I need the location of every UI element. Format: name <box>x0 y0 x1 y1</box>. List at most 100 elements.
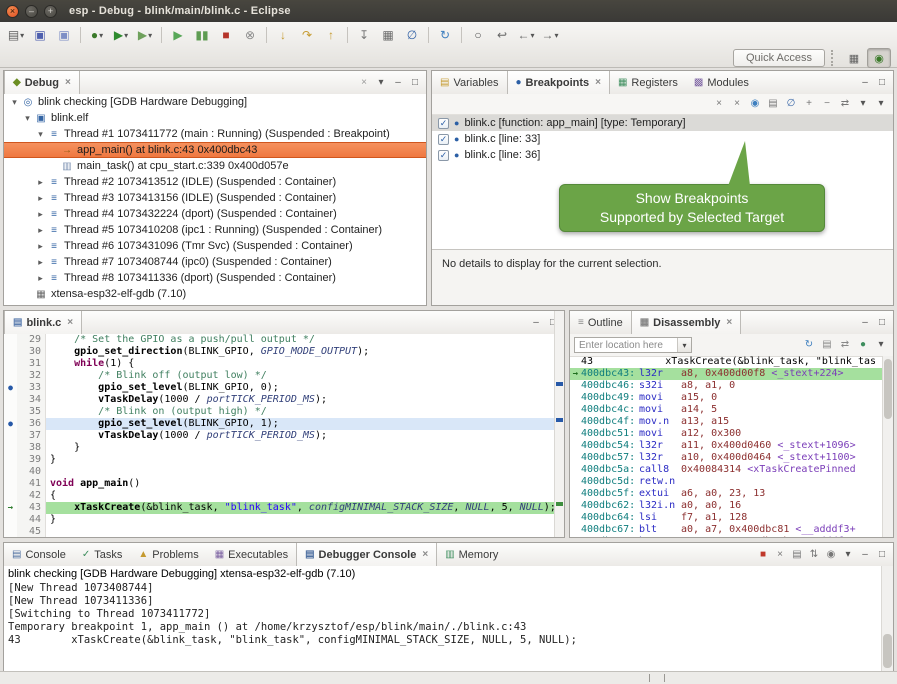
tab-blink-c[interactable]: ▤blink.c× <box>4 311 82 334</box>
resume-button[interactable]: ▶ <box>166 25 190 45</box>
maximize-button[interactable]: □ <box>407 75 423 90</box>
breakpoint-marker[interactable]: ● <box>4 418 17 430</box>
tab-memory[interactable]: ▥Memory <box>437 543 506 566</box>
clear-console-button[interactable]: ▤ <box>789 547 805 562</box>
debug-tree[interactable]: ▾◎blink checking [GDB Hardware Debugging… <box>4 94 426 305</box>
overview-ip-marker[interactable] <box>556 502 563 506</box>
skip-all-breakpoints-button[interactable]: ∅ <box>783 97 799 112</box>
skip-all-breakpoints-button[interactable]: ∅ <box>400 25 424 45</box>
terminate-button[interactable]: ■ <box>755 547 771 562</box>
expander-closed-icon[interactable]: ▸ <box>34 225 47 236</box>
debug-tree-item[interactable]: ▾≡Thread #1 1073411772 (main : Running) … <box>4 126 426 142</box>
minimize-button[interactable]: – <box>390 75 406 90</box>
tab-console[interactable]: ▤Console <box>4 543 74 566</box>
run-button[interactable]: ▶▾ <box>109 25 133 45</box>
disassembly-scrollbar[interactable] <box>882 356 893 537</box>
overview-breakpoint-marker[interactable] <box>556 382 563 386</box>
debug-tree-item[interactable]: ▥main_task() at cpu_start.c:339 0x400d05… <box>4 158 426 174</box>
window-close-button[interactable]: × <box>6 5 19 18</box>
view-menu-button[interactable]: ▾ <box>873 97 889 112</box>
go-to-file-for-breakpoint-button[interactable]: ▤ <box>765 97 781 112</box>
add-breakpoint-menu-button[interactable]: ▾ <box>855 97 871 112</box>
breakpoint-checkbox[interactable]: ✓ <box>438 118 449 129</box>
back-button[interactable]: ←▾ <box>514 25 538 45</box>
overview-ruler[interactable] <box>554 311 564 537</box>
scrollbar-thumb[interactable] <box>884 359 892 419</box>
debug-tree-item[interactable]: →app_main() at blink.c:43 0x400dbc43 <box>4 142 426 158</box>
splitter-grip[interactable] <box>649 674 665 682</box>
forward-button[interactable]: →▾ <box>538 25 562 45</box>
debug-tree-item[interactable]: ▾▣blink.elf <box>4 110 426 126</box>
debug-perspective-button[interactable]: ◉ <box>867 48 891 68</box>
debug-tree-item[interactable]: ▸≡Thread #5 1073410208 (ipc1 : Running) … <box>4 222 426 238</box>
breakpoint-checkbox[interactable]: ✓ <box>438 150 449 161</box>
remove-all-breakpoints-button[interactable]: × <box>729 97 745 112</box>
new-button[interactable]: ▤▾ <box>4 25 28 45</box>
remove-selected-breakpoints-button[interactable]: × <box>711 97 727 112</box>
close-tab-icon[interactable]: × <box>65 77 71 88</box>
console-output[interactable]: blink checking [GDB Hardware Debugging] … <box>4 566 882 671</box>
show-breakpoints-for-selected-target-button[interactable]: ◉ <box>747 97 763 112</box>
tab-breakpoints[interactable]: ●Breakpoints× <box>507 71 610 94</box>
disassembly-content[interactable]: 43 xTaskCreate(&blink_task, "blink_tas→4… <box>570 356 883 537</box>
scroll-lock-button[interactable]: ⇅ <box>806 547 822 562</box>
combo-dropdown-icon[interactable]: ▾ <box>677 338 691 352</box>
current-ip-marker[interactable]: → <box>4 502 17 514</box>
refresh-button[interactable]: ↻ <box>801 338 817 353</box>
step-over-button[interactable]: ↷ <box>295 25 319 45</box>
scrollbar-thumb[interactable] <box>883 634 892 668</box>
last-edit-location-button[interactable]: ↩ <box>490 25 514 45</box>
link-with-active-debug-context-button[interactable]: ⇄ <box>837 338 853 353</box>
debug-tree-item[interactable]: ▸≡Thread #3 1073413156 (IDLE) (Suspended… <box>4 190 426 206</box>
save-button[interactable]: ▣ <box>28 25 52 45</box>
drop-to-frame-button[interactable]: ↧ <box>352 25 376 45</box>
close-tab-icon[interactable]: × <box>726 317 732 328</box>
debug-tree-item[interactable]: ▦xtensa-esp32-elf-gdb (7.10) <box>4 286 426 302</box>
link-with-debug-view-button[interactable]: ⇄ <box>837 97 853 112</box>
tab-debug[interactable]: ◆Debug× <box>4 71 80 94</box>
minimize-button[interactable]: – <box>857 315 873 330</box>
restart-button[interactable]: ↻ <box>433 25 457 45</box>
close-tab-icon[interactable]: × <box>422 549 428 560</box>
debug-button[interactable]: ●▾ <box>85 25 109 45</box>
display-selected-console-button[interactable]: ▾ <box>840 547 856 562</box>
expander-closed-icon[interactable]: ▸ <box>34 257 47 268</box>
debug-tree-item[interactable]: ▸≡Thread #6 1073431096 (Tmr Svc) (Suspen… <box>4 238 426 254</box>
step-into-button[interactable]: ↓ <box>271 25 295 45</box>
open-perspective-button[interactable]: ▦ <box>843 49 865 67</box>
remove-launch-button[interactable]: × <box>772 547 788 562</box>
terminate-button[interactable]: ■ <box>214 25 238 45</box>
expander-open-icon[interactable]: ▾ <box>21 113 34 124</box>
save-all-button[interactable]: ▣ <box>52 25 76 45</box>
window-maximize-button[interactable]: + <box>44 5 57 18</box>
expander-closed-icon[interactable]: ▸ <box>34 241 47 252</box>
code-area[interactable]: 29 /* Set the GPIO as a push/pull output… <box>4 334 555 537</box>
expander-open-icon[interactable]: ▾ <box>8 97 21 108</box>
breakpoint-marker[interactable]: ● <box>4 382 17 394</box>
minimize-button[interactable]: – <box>857 547 873 562</box>
debug-tree-item[interactable]: ▸≡Thread #2 1073413512 (IDLE) (Suspended… <box>4 174 426 190</box>
tab-registers[interactable]: ▦Registers <box>610 71 686 94</box>
tab-disassembly[interactable]: ▦Disassembly× <box>631 311 742 334</box>
step-return-button[interactable]: ↑ <box>319 25 343 45</box>
collapse-all-button[interactable]: − <box>819 97 835 112</box>
view-menu-button[interactable]: ▾ <box>873 338 889 353</box>
tab-debugger-console[interactable]: ▤Debugger Console× <box>296 543 437 566</box>
location-input[interactable]: Enter location here ▾ <box>574 337 692 353</box>
instruction-stepping-button[interactable]: ▦ <box>376 25 400 45</box>
maximize-button[interactable]: □ <box>874 75 890 90</box>
track-pc-button[interactable]: ● <box>855 338 871 353</box>
maximize-button[interactable]: □ <box>874 547 890 562</box>
breakpoint-checkbox[interactable]: ✓ <box>438 134 449 145</box>
tab-problems[interactable]: ▲Problems <box>130 543 206 566</box>
close-tab-icon[interactable]: × <box>595 77 601 88</box>
external-tools-button[interactable]: ▶▾ <box>133 25 157 45</box>
expander-open-icon[interactable]: ▾ <box>34 129 47 140</box>
quick-access-button[interactable]: Quick Access <box>733 49 825 67</box>
breakpoint-row[interactable]: ✓●blink.c [function: app_main] [type: Te… <box>432 115 893 131</box>
window-minimize-button[interactable]: – <box>25 5 38 18</box>
maximize-button[interactable]: □ <box>874 315 890 330</box>
tab-executables[interactable]: ▦Executables <box>207 543 296 566</box>
pin-console-button[interactable]: ◉ <box>823 547 839 562</box>
expander-closed-icon[interactable]: ▸ <box>34 209 47 220</box>
